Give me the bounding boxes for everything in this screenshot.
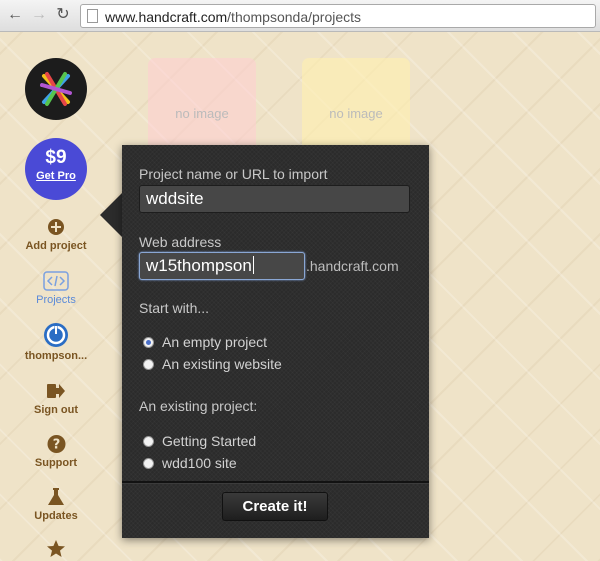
radio-empty-project[interactable] — [143, 337, 154, 348]
code-brackets-icon — [43, 271, 69, 291]
radio-wdd100-site[interactable] — [143, 458, 154, 469]
logo-cross-icon — [40, 72, 72, 106]
sidebar-item-projects[interactable]: Projects — [14, 270, 98, 306]
sidebar-item-label: Projects — [36, 294, 76, 306]
text-caret — [252, 256, 254, 274]
get-pro-badge[interactable]: $9 Get Pro — [25, 138, 87, 200]
get-pro-link[interactable]: Get Pro — [25, 170, 87, 182]
create-it-button[interactable]: Create it! — [222, 492, 328, 521]
web-address-label: Web address — [139, 234, 222, 250]
no-image-placeholder: no image — [175, 106, 229, 121]
radio-label[interactable]: Getting Started — [162, 433, 256, 449]
svg-text:?: ? — [52, 438, 60, 453]
radio-label[interactable]: An empty project — [162, 334, 267, 350]
browser-toolbar: ← → ↻ www.handcraft.com/thompsonda/proje… — [0, 0, 600, 32]
flask-icon — [48, 488, 64, 505]
project-name-label: Project name or URL to import — [139, 166, 328, 182]
sidebar-item-label: thompson... — [24, 350, 88, 362]
sidebar-item-sign-out[interactable]: Sign out — [14, 380, 98, 416]
project-name-input[interactable]: wddsite — [139, 185, 410, 213]
question-icon: ? — [47, 435, 65, 453]
sidebar-item-user[interactable]: thompson... — [14, 322, 98, 362]
url-text: www.handcraft.com/thompsonda/projects — [105, 9, 362, 25]
sidebar-item-label: Add project — [25, 240, 87, 252]
radio-label[interactable]: An existing website — [162, 356, 282, 372]
sign-out-icon — [47, 384, 65, 398]
popover-divider — [122, 481, 429, 484]
web-address-input[interactable]: w15thompson — [139, 252, 305, 280]
star-icon[interactable] — [46, 539, 66, 558]
user-avatar-icon — [44, 323, 68, 347]
sidebar-item-support[interactable]: ? Support — [14, 433, 98, 469]
sidebar-item-updates[interactable]: Updates — [14, 486, 98, 522]
sidebar-item-label: Support — [34, 457, 78, 469]
sidebar-item-label: Updates — [34, 510, 78, 522]
radio-existing-website[interactable] — [143, 359, 154, 370]
handcraft-logo[interactable] — [25, 58, 87, 120]
reload-icon[interactable]: ↻ — [54, 6, 72, 24]
sidebar-item-add-project[interactable]: Add project — [14, 216, 98, 252]
radio-label[interactable]: wdd100 site — [162, 455, 237, 471]
existing-project-label: An existing project: — [139, 398, 258, 414]
no-image-placeholder: no image — [329, 106, 383, 121]
radio-getting-started[interactable] — [143, 436, 154, 447]
forward-arrow-icon[interactable]: → — [30, 6, 48, 24]
start-with-label: Start with... — [139, 300, 210, 316]
popover-arrow — [100, 193, 122, 237]
page-icon — [87, 9, 98, 23]
back-arrow-icon[interactable]: ← — [6, 6, 24, 24]
pro-price: $9 — [45, 147, 67, 168]
address-bar[interactable]: www.handcraft.com/thompsonda/projects — [80, 4, 596, 28]
sidebar-item-label: Sign out — [34, 404, 78, 416]
domain-suffix: .handcraft.com — [306, 258, 399, 274]
plus-circle-icon — [48, 219, 64, 235]
